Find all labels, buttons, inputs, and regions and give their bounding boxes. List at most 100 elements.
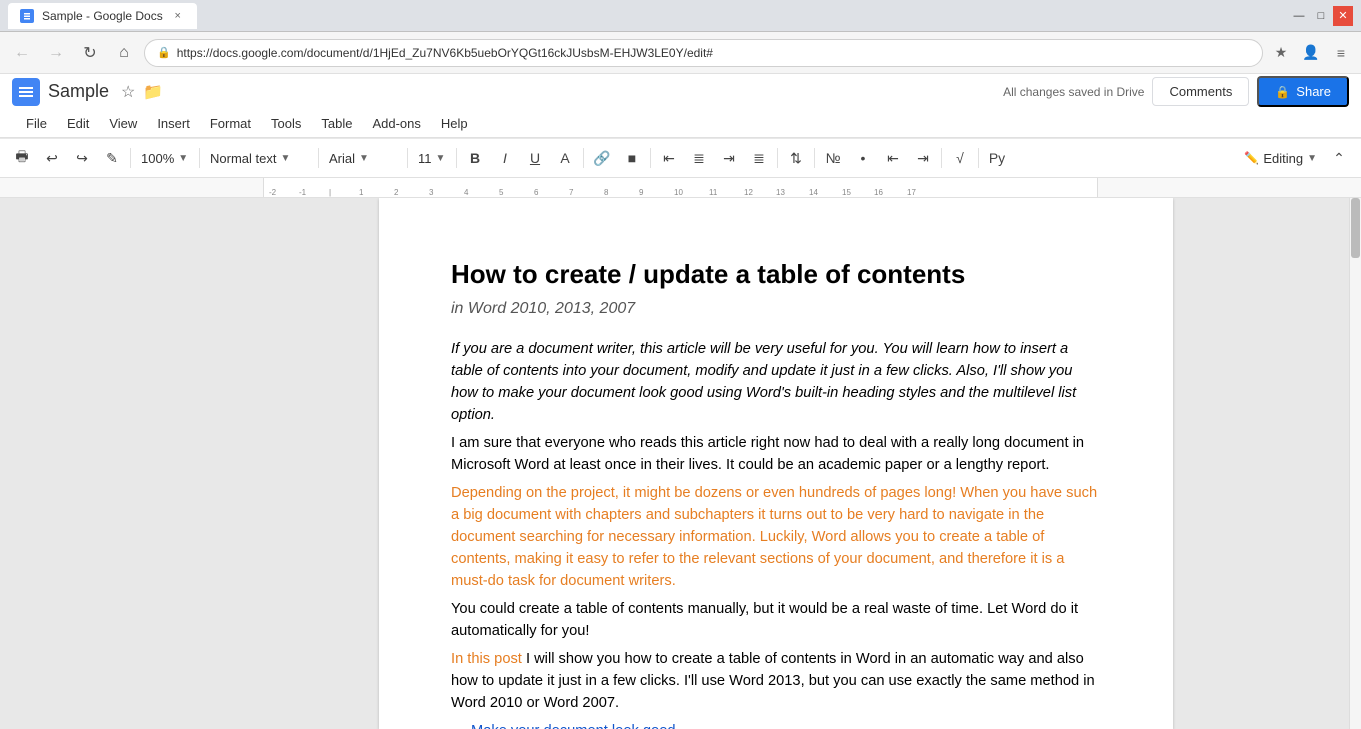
right-margin [1289, 198, 1349, 729]
lock-icon: 🔒 [157, 46, 171, 59]
scrollbar-track [1350, 198, 1361, 729]
style-dropdown[interactable]: Normal text ▼ [204, 144, 314, 172]
font-value: Arial [329, 151, 355, 166]
ordered-list-button[interactable]: № [819, 144, 847, 172]
separator-8 [777, 148, 778, 168]
decrease-indent-button[interactable]: ⇤ [879, 144, 907, 172]
menu-bar: File Edit View Insert Format Tools Table… [0, 109, 1361, 137]
document-body: If you are a document writer, this artic… [451, 338, 1101, 729]
folder-button[interactable]: 📁 [143, 82, 163, 102]
menu-insert[interactable]: Insert [147, 112, 200, 135]
menu-file[interactable]: File [16, 112, 57, 135]
para3-text: You could create a table of contents man… [451, 601, 1078, 639]
menu-edit[interactable]: Edit [57, 112, 99, 135]
italic-button[interactable]: I [491, 144, 519, 172]
ruler-marker-10: 10 [674, 188, 683, 197]
document-subtitle: in Word 2010, 2013, 2007 [451, 300, 1101, 318]
separator-10 [941, 148, 942, 168]
bullet-item-1: Make your document look good Heading Sty… [471, 720, 1101, 729]
para4-orange-start: In this post [451, 651, 526, 667]
ruler-marker-1: 1 [359, 188, 363, 197]
font-size-dropdown[interactable]: 11 ▼ [412, 144, 452, 172]
menu-help[interactable]: Help [431, 112, 478, 135]
align-center-button[interactable]: ≣ [685, 144, 713, 172]
separator-9 [814, 148, 815, 168]
paragraph-4: In this post I will show you how to crea… [451, 648, 1101, 714]
browser-tab[interactable]: Sample - Google Docs × [8, 3, 197, 29]
scrollbar-thumb[interactable] [1351, 198, 1360, 258]
back-button[interactable]: ← [8, 39, 36, 67]
size-chevron-icon: ▼ [436, 153, 446, 164]
close-button[interactable]: ✕ [1333, 6, 1353, 26]
home-button[interactable]: ⌂ [110, 39, 138, 67]
zoom-dropdown[interactable]: 100% ▼ [135, 144, 195, 172]
line-spacing-button[interactable]: ⇅ [782, 144, 810, 172]
formula-button[interactable]: √ [946, 144, 974, 172]
font-dropdown[interactable]: Arial ▼ [323, 144, 403, 172]
unordered-list-button[interactable]: • [849, 144, 877, 172]
tab-favicon [20, 9, 34, 23]
para2-text: Depending on the project, it might be do… [451, 485, 1097, 589]
undo-button[interactable]: ↩ [38, 144, 66, 172]
comments-button[interactable]: Comments [1152, 77, 1249, 106]
ruler-marker-17: 17 [907, 188, 916, 197]
increase-indent-button[interactable]: ⇥ [909, 144, 937, 172]
main-area: How to create / update a table of conten… [0, 198, 1361, 729]
comment-inline-button[interactable]: ■ [618, 144, 646, 172]
address-bar: ← → ↻ ⌂ 🔒 https://docs.google.com/docume… [0, 32, 1361, 74]
left-margin [0, 198, 263, 729]
profile-button[interactable]: 👤 [1299, 41, 1323, 65]
separator-6 [583, 148, 584, 168]
align-justify-button[interactable]: ≣ [745, 144, 773, 172]
separator-1 [130, 148, 131, 168]
menu-table[interactable]: Table [311, 112, 362, 135]
url-text: https://docs.google.com/document/d/1HjEd… [177, 46, 713, 60]
paragraph-2: Depending on the project, it might be do… [451, 482, 1101, 592]
ruler-marker-6: 6 [534, 188, 538, 197]
share-button[interactable]: 🔒 Share [1257, 76, 1349, 107]
menu-button[interactable]: ≡ [1329, 41, 1353, 65]
separator-2 [199, 148, 200, 168]
document: How to create / update a table of conten… [379, 198, 1173, 729]
bullet-link-1[interactable]: Make your document look good [471, 723, 676, 729]
redo-button[interactable]: ↪ [68, 144, 96, 172]
link-button[interactable]: 🔗 [588, 144, 616, 172]
minimize-button[interactable]: — [1289, 6, 1309, 26]
ruler-marker-7: 7 [569, 188, 573, 197]
star-button[interactable]: ☆ [121, 82, 135, 102]
pencil-icon: ✏️ [1244, 151, 1259, 165]
bookmark-button[interactable]: ★ [1269, 41, 1293, 65]
menu-view[interactable]: View [99, 112, 147, 135]
ruler: -2 -1 | 1 2 3 4 5 6 7 8 9 10 11 12 13 14… [0, 178, 1361, 198]
align-right-button[interactable]: ⇥ [715, 144, 743, 172]
align-left-button[interactable]: ⇤ [655, 144, 683, 172]
text-color-button[interactable]: A [551, 144, 579, 172]
ruler-marker-11: 11 [709, 188, 717, 197]
bold-button[interactable]: B [461, 144, 489, 172]
paint-format-button[interactable]: ✎ [98, 144, 126, 172]
window-chrome: Sample - Google Docs × — □ ✕ [0, 0, 1361, 32]
maximize-button[interactable]: □ [1311, 6, 1331, 26]
zoom-chevron-icon: ▼ [178, 153, 188, 164]
separator-7 [650, 148, 651, 168]
scrollbar[interactable] [1349, 198, 1361, 729]
print-button[interactable]: 🖶 [8, 144, 36, 172]
underline-button[interactable]: U [521, 144, 549, 172]
address-input[interactable]: 🔒 https://docs.google.com/document/d/1Hj… [144, 39, 1263, 67]
menu-format[interactable]: Format [200, 112, 261, 135]
share-label: Share [1296, 84, 1331, 99]
editing-label: Editing [1263, 151, 1303, 166]
ruler-marker-16: 16 [874, 188, 883, 197]
refresh-button[interactable]: ↻ [76, 39, 104, 67]
menu-addons[interactable]: Add-ons [362, 112, 430, 135]
intro-paragraph: If you are a document writer, this artic… [451, 338, 1101, 426]
editing-dropdown[interactable]: ✏️ Editing ▼ [1238, 144, 1323, 172]
docs-title-row: Sample ☆ 📁 All changes saved in Drive Co… [0, 74, 1361, 109]
addon-button[interactable]: Py [983, 144, 1011, 172]
tab-close-button[interactable]: × [171, 9, 185, 23]
font-chevron-icon: ▼ [359, 153, 369, 164]
forward-button[interactable]: → [42, 39, 70, 67]
docs-logo [12, 78, 40, 106]
menu-tools[interactable]: Tools [261, 112, 311, 135]
collapse-toolbar-button[interactable]: ⌃ [1325, 144, 1353, 172]
